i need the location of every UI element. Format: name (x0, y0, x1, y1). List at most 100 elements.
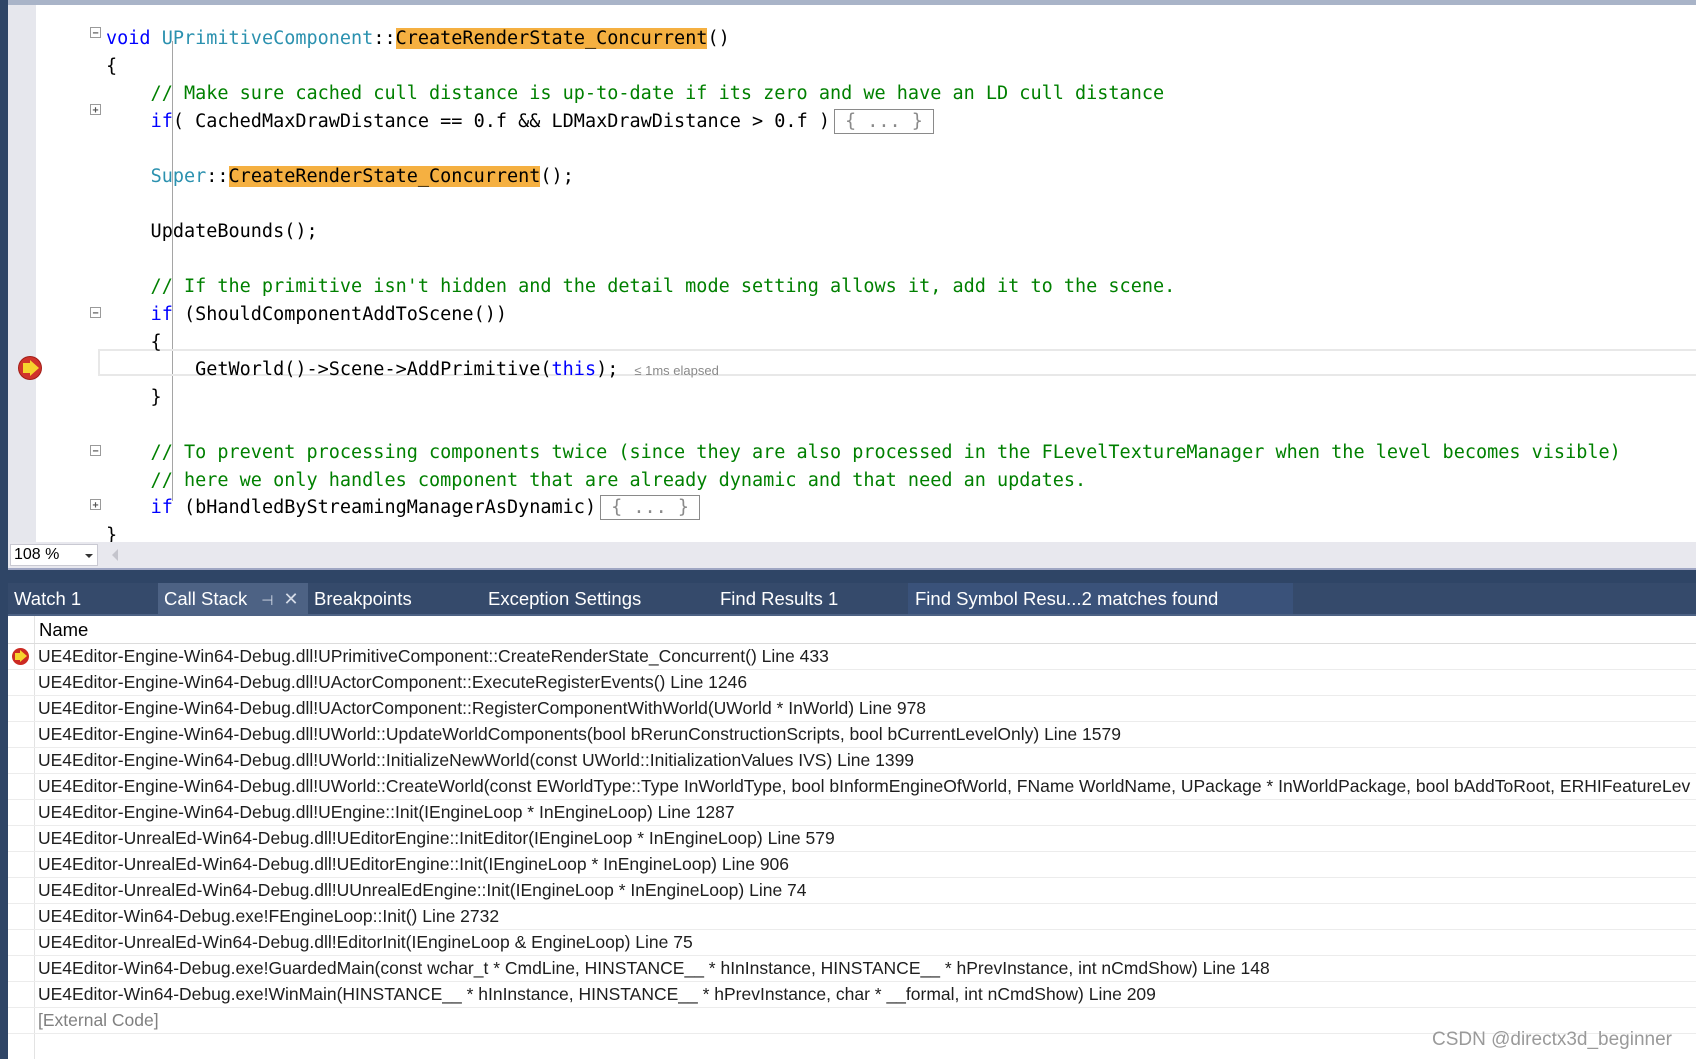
tab-label: Breakpoints (314, 588, 412, 609)
frame-text: UE4Editor-Engine-Win64-Debug.dll!UActorC… (38, 698, 927, 718)
code-token: } (106, 524, 118, 542)
collapse-icon[interactable]: − (90, 445, 101, 457)
code-token: (); (540, 166, 574, 187)
tab-exception-settings[interactable]: Exception Settings (482, 583, 712, 614)
tab-label: Watch 1 (14, 588, 82, 609)
code-token: GetWorld()->Scene->AddPrimitive( (106, 359, 552, 381)
code-token: () (707, 28, 730, 49)
tab-label: Exception Settings (488, 588, 642, 609)
tab-find-results-1[interactable]: Find Results 1 (714, 583, 912, 614)
tool-window-tabs: Watch 1 Call Stack ⊣ ✕ Breakpoints Excepti… (8, 583, 1696, 614)
collapse-icon[interactable]: − (90, 27, 101, 39)
code-line[interactable]: void UPrimitiveComponent::CreateRenderSt… (106, 25, 730, 52)
tab-breakpoints[interactable]: Breakpoints (308, 583, 478, 614)
call-stack-frame[interactable]: UE4Editor-UnrealEd-Win64-Debug.dll!UUnre… (8, 878, 1696, 904)
code-line[interactable]: if (bHandledByStreamingManagerAsDynamic)… (106, 494, 701, 521)
expand-icon[interactable]: + (90, 499, 101, 511)
frame-text: UE4Editor-Win64-Debug.exe!WinMain(HINSTA… (38, 984, 1156, 1004)
code-line[interactable]: UpdateBounds(); (106, 218, 318, 245)
zoom-level-value: 108 % (14, 546, 60, 563)
code-line[interactable]: } (106, 522, 117, 542)
column-header-label: Name (39, 619, 89, 640)
call-stack-frame[interactable]: UE4Editor-Engine-Win64-Debug.dll!UActorC… (8, 670, 1696, 696)
outlining-margin (84, 5, 173, 542)
tab-find-symbol-results[interactable]: Find Symbol Resu...2 matches found (908, 583, 1293, 614)
current-statement-breakpoint-icon[interactable] (19, 357, 41, 379)
close-icon[interactable]: ✕ (283, 589, 298, 609)
code-token: UPrimitiveComponent (161, 28, 374, 49)
tab-label: Find Results 1 (720, 588, 839, 609)
call-stack-frame[interactable]: UE4Editor-Engine-Win64-Debug.dll!UEngine… (8, 800, 1696, 826)
code-line[interactable]: // Make sure cached cull distance is up-… (106, 80, 1165, 107)
frame-text: UE4Editor-UnrealEd-Win64-Debug.dll!UUnre… (38, 880, 807, 900)
frame-text: UE4Editor-Engine-Win64-Debug.dll!UActorC… (38, 672, 748, 692)
zoom-level-dropdown[interactable]: 108 % (10, 544, 98, 566)
code-line[interactable]: { (106, 53, 117, 80)
scroll-left-icon[interactable] (112, 549, 118, 561)
tab-watch-1[interactable]: Watch 1 (8, 583, 145, 614)
call-stack-frame[interactable]: UE4Editor-Engine-Win64-Debug.dll!UWorld:… (8, 748, 1696, 774)
code-token: (ShouldComponentAddToScene()) (172, 304, 507, 325)
code-token: { (106, 331, 162, 353)
code-line[interactable]: GetWorld()->Scene->AddPrimitive(this); ≤ … (106, 356, 719, 383)
call-stack-frame[interactable]: UE4Editor-Engine-Win64-Debug.dll!UWorld:… (8, 722, 1696, 748)
call-stack-frame[interactable]: UE4Editor-Win64-Debug.exe!FEngineLoop::I… (8, 904, 1696, 930)
code-editor[interactable]: − + − − + void UPrimitiveComponent::Crea… (8, 5, 1696, 542)
code-token: (bHandledByStreamingManagerAsDynamic) (172, 497, 597, 519)
expand-icon[interactable]: + (90, 104, 101, 116)
code-token: :: (206, 166, 229, 187)
code-line[interactable]: if( CachedMaxDrawDistance == 0.f && LDMa… (106, 108, 934, 135)
collapsed-block[interactable]: { ... } (833, 108, 934, 134)
code-comment: // If the primitive isn't hidden and the… (106, 276, 1176, 298)
code-keyword: if (150, 110, 173, 132)
frame-text: UE4Editor-Win64-Debug.exe!GuardedMain(co… (38, 958, 1270, 978)
frame-text: UE4Editor-Engine-Win64-Debug.dll!UWorld:… (38, 750, 915, 770)
frame-text: UE4Editor-Engine-Win64-Debug.dll!UWorld:… (38, 776, 1691, 796)
column-header-name[interactable]: Name (8, 616, 1696, 644)
call-stack-frame[interactable]: UE4Editor-UnrealEd-Win64-Debug.dll!Edito… (8, 930, 1696, 956)
perf-tip-elapsed[interactable]: ≤ 1ms elapsed (634, 363, 718, 378)
frame-text: UE4Editor-UnrealEd-Win64-Debug.dll!Edito… (38, 932, 693, 952)
code-comment: // here we only handles component that a… (106, 469, 1087, 491)
code-comment: // Make sure cached cull distance is up-… (106, 83, 1165, 105)
code-token: UpdateBounds(); (106, 221, 318, 243)
collapsed-block[interactable]: { ... } (600, 495, 701, 521)
breakpoint-gutter[interactable] (8, 5, 36, 542)
editor-zoom-bar: 108 % (8, 542, 1696, 570)
call-stack-frame[interactable]: UE4Editor-UnrealEd-Win64-Debug.dll!UEdit… (8, 826, 1696, 852)
call-stack-frame[interactable]: UE4Editor-UnrealEd-Win64-Debug.dll!UEdit… (8, 852, 1696, 878)
code-keyword: this (551, 359, 597, 381)
window-left-frame (0, 0, 8, 1059)
code-line[interactable]: if (ShouldComponentAddToScene()) (106, 301, 507, 328)
code-line[interactable]: { (106, 329, 162, 356)
tab-label: Find Symbol Resu...2 matches found (915, 588, 1219, 609)
code-keyword: if (150, 304, 173, 325)
call-stack-frame[interactable]: UE4Editor-Win64-Debug.exe!WinMain(HINSTA… (8, 982, 1696, 1008)
pin-icon[interactable]: ⊣ (261, 592, 273, 608)
frame-text: UE4Editor-Win64-Debug.exe!FEngineLoop::I… (38, 906, 500, 926)
call-stack-frame[interactable]: UE4Editor-Win64-Debug.exe!GuardedMain(co… (8, 956, 1696, 982)
call-stack-frame[interactable]: UE4Editor-Engine-Win64-Debug.dll!UActorC… (8, 696, 1696, 722)
code-token: { (106, 55, 118, 77)
code-keyword: if (150, 497, 173, 519)
code-line[interactable]: } (106, 384, 162, 411)
call-stack-frame[interactable]: UE4Editor-Engine-Win64-Debug.dll!UWorld:… (8, 774, 1696, 800)
code-line[interactable]: Super::CreateRenderState_Concurrent(); (106, 163, 574, 190)
code-line[interactable]: // If the primitive isn't hidden and the… (106, 273, 1176, 300)
code-comment: // To prevent processing components twic… (106, 442, 1621, 463)
tab-call-stack[interactable]: Call Stack ⊣ ✕ (158, 583, 308, 614)
call-stack-list[interactable]: Name UE4Editor-Engine-Win64-Debug.dll!UP… (8, 616, 1696, 1059)
find-match-highlight: CreateRenderState_Concurrent (395, 28, 708, 49)
collapse-icon[interactable]: − (90, 307, 101, 319)
frame-text: UE4Editor-UnrealEd-Win64-Debug.dll!UEdit… (38, 854, 790, 874)
frame-text: UE4Editor-UnrealEd-Win64-Debug.dll!UEdit… (38, 828, 835, 848)
code-line[interactable]: // here we only handles component that a… (106, 467, 1087, 494)
watermark: CSDN @directx3d_beginner (1431, 1029, 1672, 1050)
call-stack-frame[interactable]: UE4Editor-Engine-Win64-Debug.dll!UPrimit… (8, 644, 1696, 670)
code-line[interactable]: // To prevent processing components twic… (106, 439, 1621, 466)
